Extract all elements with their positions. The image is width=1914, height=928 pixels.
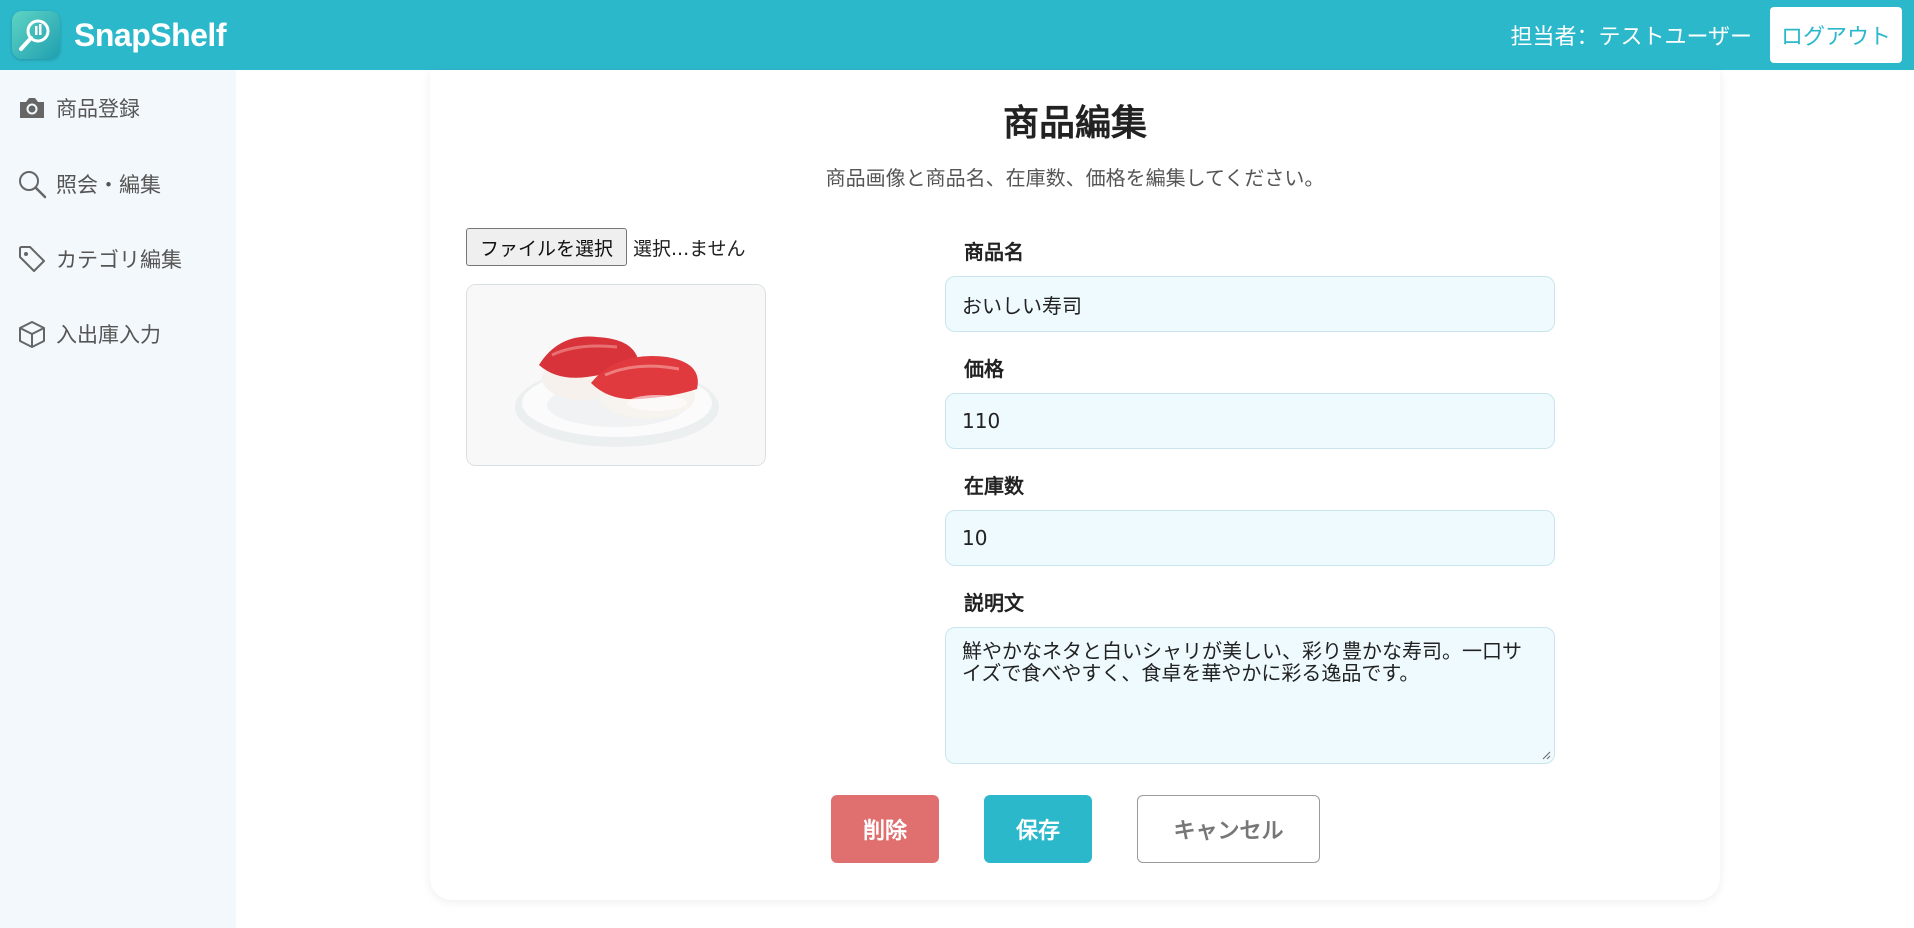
app-header: SnapShelf 担当者：テストユーザー ログアウト <box>0 0 1914 70</box>
description-text: 鮮やかなネタと白いシャリが美しい、彩り豊かな寿司。一口サイズで食べやすく、食卓を… <box>962 639 1522 685</box>
page-description: 商品画像と商品名、在庫数、価格を編集してください。 <box>825 166 1325 190</box>
product-edit-card: 商品編集 商品画像と商品名、在庫数、価格を編集してください。 ファイルを選択 選… <box>430 70 1720 900</box>
price-input[interactable]: 110 <box>945 393 1555 449</box>
save-button[interactable]: 保存 <box>984 795 1092 863</box>
product-name-input[interactable]: おいしい寿司 <box>945 276 1555 332</box>
sidebar-item-stock-io[interactable]: 入出庫入力 <box>0 296 236 371</box>
sidebar-item-product-register[interactable]: 商品登録 <box>0 70 236 146</box>
camera-icon <box>16 92 48 124</box>
resize-grip-icon[interactable] <box>1541 750 1551 760</box>
current-user-label: 担当者：テストユーザー <box>1510 25 1752 50</box>
tag-icon <box>16 243 48 275</box>
sushi-image <box>467 285 765 465</box>
brand[interactable]: SnapShelf <box>12 11 226 59</box>
file-input: ファイルを選択 選択...ません <box>466 228 746 266</box>
delete-button[interactable]: 削除 <box>831 795 939 863</box>
stock-label: 在庫数 <box>964 474 1024 498</box>
app-logo-icon <box>12 11 60 59</box>
sidebar: 商品登録 照会・編集 カテゴリ編集 入出庫入力 <box>0 70 236 928</box>
stock-input[interactable]: 10 <box>945 510 1555 566</box>
choose-file-button[interactable]: ファイルを選択 <box>466 228 627 266</box>
search-icon <box>16 168 48 200</box>
sidebar-item-label: 商品登録 <box>56 97 140 121</box>
product-image-preview <box>466 284 766 466</box>
sidebar-item-label: 入出庫入力 <box>56 322 161 347</box>
sidebar-item-category-edit[interactable]: カテゴリ編集 <box>0 221 236 296</box>
sidebar-item-label: 照会・編集 <box>56 172 161 197</box>
price-label: 価格 <box>964 357 1004 381</box>
product-name-label: 商品名 <box>964 240 1024 264</box>
logout-button[interactable]: ログアウト <box>1770 7 1902 63</box>
description-textarea[interactable]: 鮮やかなネタと白いシャリが美しい、彩り豊かな寿司。一口サイズで食べやすく、食卓を… <box>945 627 1555 764</box>
sidebar-item-search-edit[interactable]: 照会・編集 <box>0 146 236 221</box>
description-label: 説明文 <box>964 591 1024 615</box>
app-name: SnapShelf <box>74 16 226 53</box>
sidebar-item-label: カテゴリ編集 <box>56 247 182 272</box>
page-title: 商品編集 <box>1002 103 1147 144</box>
box-icon <box>16 318 48 350</box>
file-status-text: 選択...ません <box>633 237 746 260</box>
cancel-button[interactable]: キャンセル <box>1137 795 1320 863</box>
